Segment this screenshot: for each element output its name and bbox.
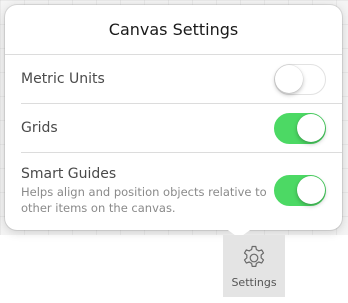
setting-row-smart-guides: Smart Guides Helps align and position ob…	[5, 153, 342, 230]
setting-row-metric-units: Metric Units	[5, 55, 342, 104]
settings-button-label: Settings	[231, 276, 277, 289]
setting-label-grids: Grids	[21, 120, 58, 136]
toggle-knob	[275, 65, 303, 93]
setting-label-smart-guides: Smart Guides	[21, 166, 117, 182]
setting-row-grids: Grids	[5, 104, 342, 153]
metric-units-toggle[interactable]	[274, 64, 326, 95]
canvas-settings-popover: Canvas Settings Metric Units Grids Smart…	[5, 5, 342, 230]
setting-label-metric-units: Metric Units	[21, 71, 105, 87]
smart-guides-toggle[interactable]	[274, 175, 326, 206]
toggle-knob	[297, 114, 325, 142]
grids-toggle[interactable]	[274, 113, 326, 144]
gear-icon	[243, 245, 265, 267]
settings-button[interactable]: Settings	[223, 235, 285, 297]
popover-title: Canvas Settings	[5, 5, 342, 55]
toggle-knob	[297, 176, 325, 204]
setting-description-smart-guides: Helps align and position objects relativ…	[21, 185, 267, 215]
app-canvas: Canvas Settings Metric Units Grids Smart…	[0, 0, 348, 303]
